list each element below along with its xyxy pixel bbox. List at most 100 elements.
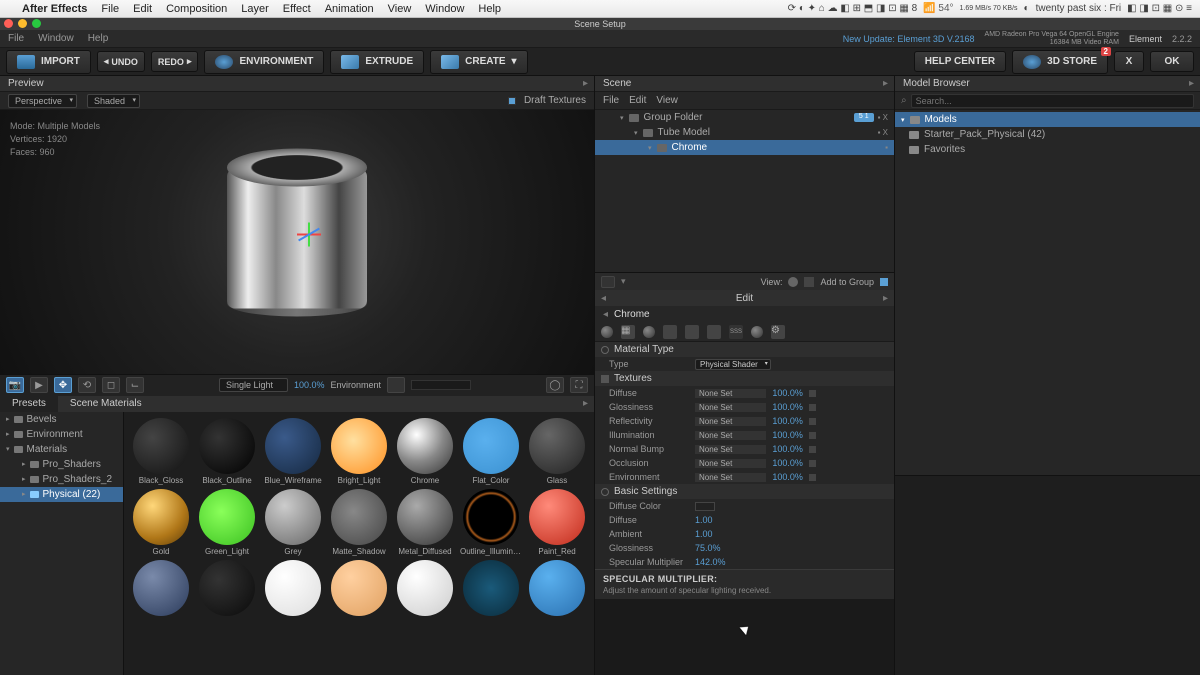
texture-toggle[interactable] xyxy=(809,390,816,397)
property-value[interactable]: 1.00 xyxy=(695,529,713,539)
texture-slot[interactable]: None Set xyxy=(695,389,766,398)
menu-edit[interactable]: Edit xyxy=(133,3,152,15)
menu-animation[interactable]: Animation xyxy=(325,3,374,15)
browser-item[interactable]: ▾Models xyxy=(895,112,1200,127)
preset-folder[interactable]: ▾Materials xyxy=(0,442,123,457)
texture-slot[interactable]: None Set xyxy=(695,445,766,454)
material-preset[interactable]: Blue_Wireframe xyxy=(262,418,324,485)
material-preset[interactable]: Metal_Diffused xyxy=(394,489,456,556)
env-slot[interactable] xyxy=(411,380,471,390)
redo-button[interactable]: REDO ▸ xyxy=(151,51,199,72)
menu-effect[interactable]: Effect xyxy=(283,3,311,15)
texture-slot[interactable]: None Set xyxy=(695,459,766,468)
material-preset[interactable]: Black_Gloss xyxy=(130,418,192,485)
property-value[interactable]: 1.00 xyxy=(695,515,713,525)
tab-presets[interactable]: Presets xyxy=(0,396,58,412)
close-window-icon[interactable] xyxy=(4,19,13,28)
forward-icon[interactable]: ▸ xyxy=(883,293,888,304)
rotate-tool-icon[interactable]: ⟲ xyxy=(78,377,96,393)
folder-icon[interactable] xyxy=(601,276,615,288)
select-tool-icon[interactable]: ▶ xyxy=(30,377,48,393)
menu-layer[interactable]: Layer xyxy=(241,3,269,15)
camera-dropdown[interactable]: Perspective xyxy=(8,94,77,108)
texture-percent[interactable]: 100.0% xyxy=(772,416,803,426)
plugin-menu-help[interactable]: Help xyxy=(88,33,109,44)
shading-dropdown[interactable]: Shaded xyxy=(87,94,140,108)
preset-folder[interactable]: ▸Environment xyxy=(0,427,123,442)
uv-icon[interactable] xyxy=(663,325,677,339)
material-preset[interactable] xyxy=(526,560,588,618)
preset-folder[interactable]: ▸Bevels xyxy=(0,412,123,427)
material-preset[interactable]: Matte_Shadow xyxy=(328,489,390,556)
collapse-icon[interactable]: ▸ xyxy=(1189,78,1194,89)
move-tool-icon[interactable]: ✥ xyxy=(54,377,72,393)
texture-percent[interactable]: 100.0% xyxy=(772,402,803,412)
scene-menu-edit[interactable]: Edit xyxy=(629,95,646,106)
folder-dropdown-icon[interactable]: ▾ xyxy=(621,276,626,287)
material-preset[interactable] xyxy=(130,560,192,618)
browser-item[interactable]: Starter_Pack_Physical (42) xyxy=(895,127,1200,142)
material-preset[interactable]: Bright_Light xyxy=(328,418,390,485)
plugin-menu-file[interactable]: File xyxy=(8,33,24,44)
scene-menu-view[interactable]: View xyxy=(656,95,678,106)
nav-back-icon[interactable]: ◂ xyxy=(603,309,608,320)
material-preset[interactable]: Grey xyxy=(262,489,324,556)
zoom-window-icon[interactable] xyxy=(32,19,41,28)
texture-percent[interactable]: 100.0% xyxy=(772,444,803,454)
browser-item[interactable]: Favorites xyxy=(895,142,1200,157)
material-preset[interactable]: Black_Outline xyxy=(196,418,258,485)
istat-icon[interactable]: ◐ xyxy=(1024,3,1030,14)
material-preset[interactable] xyxy=(196,560,258,618)
texture-toggle[interactable] xyxy=(809,474,816,481)
gear-icon[interactable]: ⚙ xyxy=(771,325,785,339)
help-center-button[interactable]: HELP CENTER xyxy=(914,51,1006,72)
light-percent[interactable]: 100.0% xyxy=(294,380,325,390)
texture-percent[interactable]: 100.0% xyxy=(772,458,803,468)
sss-icon[interactable]: SSS xyxy=(729,325,743,339)
transform-gizmo[interactable] xyxy=(297,220,327,250)
texture-toggle[interactable] xyxy=(809,446,816,453)
menubar-extras[interactable]: ⟳ ◐ ✦ ⌂ ☁ ◧ ⊞ ⬒ ◨ ⊡ ▦ 8 xyxy=(788,3,918,14)
view-sphere-icon[interactable] xyxy=(788,277,798,287)
ok-button[interactable]: OK xyxy=(1150,51,1194,72)
texture-percent[interactable]: 100.0% xyxy=(772,388,803,398)
light-dropdown[interactable]: Single Light xyxy=(219,378,288,392)
collapse-icon[interactable]: ▸ xyxy=(883,78,888,89)
scene-item[interactable]: ▾Group Folder5 1▪ X xyxy=(595,110,894,125)
extrude-button[interactable]: EXTRUDE xyxy=(330,50,424,74)
texture-slot[interactable]: None Set xyxy=(695,403,766,412)
texture-toggle[interactable] xyxy=(809,432,816,439)
tab-scene-materials[interactable]: Scene Materials xyxy=(58,396,154,412)
view-flat-icon[interactable] xyxy=(804,277,814,287)
minimize-window-icon[interactable] xyxy=(18,19,27,28)
trophy-icon[interactable] xyxy=(685,325,699,339)
collapse-icon[interactable]: ▸ xyxy=(583,398,594,409)
material-preset[interactable] xyxy=(394,560,456,618)
3d-store-button[interactable]: 3D STORE2 xyxy=(1012,50,1108,74)
material-preset[interactable] xyxy=(460,560,522,618)
texture-toggle[interactable] xyxy=(809,460,816,467)
back-icon[interactable]: ◂ xyxy=(601,293,606,304)
texture-slot[interactable]: None Set xyxy=(695,473,766,482)
texture-percent[interactable]: 100.0% xyxy=(772,430,803,440)
render-region-icon[interactable]: ◯ xyxy=(546,377,564,393)
undo-button[interactable]: ◂ UNDO xyxy=(97,51,145,72)
property-value[interactable]: 142.0% xyxy=(695,557,726,567)
material-preset[interactable] xyxy=(262,560,324,618)
textures-section[interactable]: Textures xyxy=(595,371,894,386)
scale-tool-icon[interactable]: ◻ xyxy=(102,377,120,393)
material-preset[interactable]: Paint_Red xyxy=(526,489,588,556)
texture-percent[interactable]: 100.0% xyxy=(772,472,803,482)
preset-folder[interactable]: ▸Pro_Shaders xyxy=(0,457,123,472)
preset-folder[interactable]: ▸Pro_Shaders_2 xyxy=(0,472,123,487)
cancel-button[interactable]: X xyxy=(1114,51,1144,72)
menu-composition[interactable]: Composition xyxy=(166,3,227,15)
ao-icon[interactable] xyxy=(751,326,763,338)
texture-toggle[interactable] xyxy=(809,404,816,411)
group-checkbox[interactable] xyxy=(880,278,888,286)
material-preset[interactable]: Gold xyxy=(130,489,192,556)
clock[interactable]: twenty past six : Fri xyxy=(1036,3,1122,14)
texture-slot[interactable]: None Set xyxy=(695,417,766,426)
shader-type-dropdown[interactable]: Physical Shader xyxy=(695,359,771,370)
preview-sphere-icon[interactable] xyxy=(601,326,613,338)
